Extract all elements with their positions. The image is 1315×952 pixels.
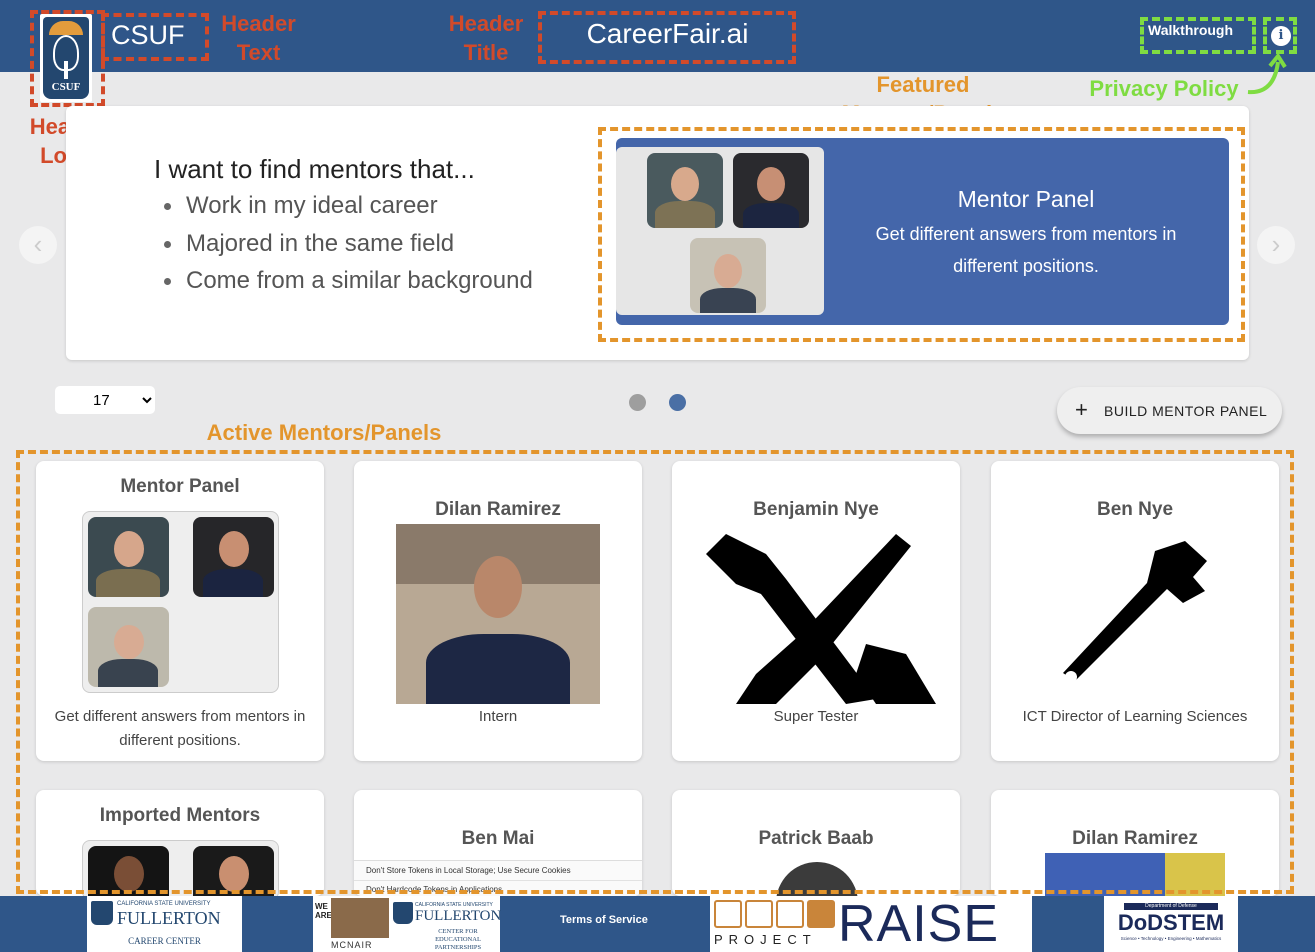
annotation-header-text: Header Text (221, 11, 296, 65)
mcnair-logo[interactable]: WE ARE MCNAIR CALIFORNIA STATE UNIVERSIT… (313, 896, 502, 952)
logo-subtext: CALIFORNIA STATE UNIVERSITY (117, 901, 211, 907)
chevron-left-icon: ‹ (33, 229, 43, 259)
logo-subtext: WE ARE (315, 902, 332, 920)
logo-subtext: Department of Defense (1124, 903, 1218, 910)
footer: CALIFORNIA STATE UNIVERSITY FULLERTON CA… (0, 895, 1315, 952)
active-highlight (16, 450, 1294, 894)
walkthrough-highlight (1140, 17, 1256, 54)
arrow-annotation-icon (1247, 52, 1287, 95)
terms-of-service-link[interactable]: Terms of Service (560, 914, 648, 926)
header-text-highlight (101, 13, 209, 61)
annotation-active: Active Mentors/Panels (206, 420, 442, 445)
logo-subtext: MCNAIR (331, 940, 373, 950)
carousel-bullets: Work in my ideal career Majored in the s… (164, 192, 533, 305)
logo-subtext: Science • Technology • Engineering • Mat… (1120, 936, 1222, 941)
featured-highlight (598, 127, 1245, 342)
mentor-count-select[interactable]: 17 (55, 386, 155, 414)
bullet-item: Come from a similar background (164, 267, 533, 305)
tree-shield-icon (91, 901, 113, 925)
chevron-right-icon: › (1271, 229, 1281, 259)
logo-subtext: CENTER FOR EDUCATIONAL PARTNERSHIPS (434, 928, 482, 951)
project-raise-logo[interactable]: PROJECT RAISE (710, 895, 1032, 952)
build-mentor-panel-label: BUILD MENTOR PANEL (1104, 403, 1268, 419)
annotation-privacy: Privacy Policy (1089, 76, 1239, 101)
carousel-lead: I want to find mentors that... (154, 154, 475, 184)
build-mentor-panel-button[interactable]: + BUILD MENTOR PANEL (1057, 387, 1282, 434)
carousel-next-button[interactable]: › (1257, 226, 1295, 264)
dodstem-logo[interactable]: Department of Defense DoDSTEM Science • … (1104, 896, 1238, 952)
mcnair-photo (331, 898, 389, 938)
bullet-item: Majored in the same field (164, 230, 533, 268)
annotation-header-title: Header Title (448, 11, 524, 65)
carousel-dot-2[interactable] (669, 394, 686, 411)
logo-main-text: FULLERTON (415, 908, 502, 924)
logo-subtext: CAREER CENTER (128, 936, 201, 946)
bullet-item: Work in my ideal career (164, 192, 533, 230)
carousel-dot-1[interactable] (629, 394, 646, 411)
logo-subtext: PROJECT (714, 932, 817, 947)
privacy-highlight (1263, 17, 1297, 54)
tree-shield-icon (393, 902, 413, 924)
logo-main-text: FULLERTON (117, 908, 221, 928)
plus-icon: + (1075, 397, 1089, 422)
header-logo-highlight (30, 10, 105, 107)
raise-icons (714, 900, 835, 930)
logo-main-text: RAISE (838, 895, 1000, 952)
logo-main-text: DoDSTEM (1117, 910, 1225, 935)
carousel-prev-button[interactable]: ‹ (19, 226, 57, 264)
csuf-career-center-logo[interactable]: CALIFORNIA STATE UNIVERSITY FULLERTON CA… (87, 896, 242, 952)
header-title-highlight (538, 11, 796, 64)
